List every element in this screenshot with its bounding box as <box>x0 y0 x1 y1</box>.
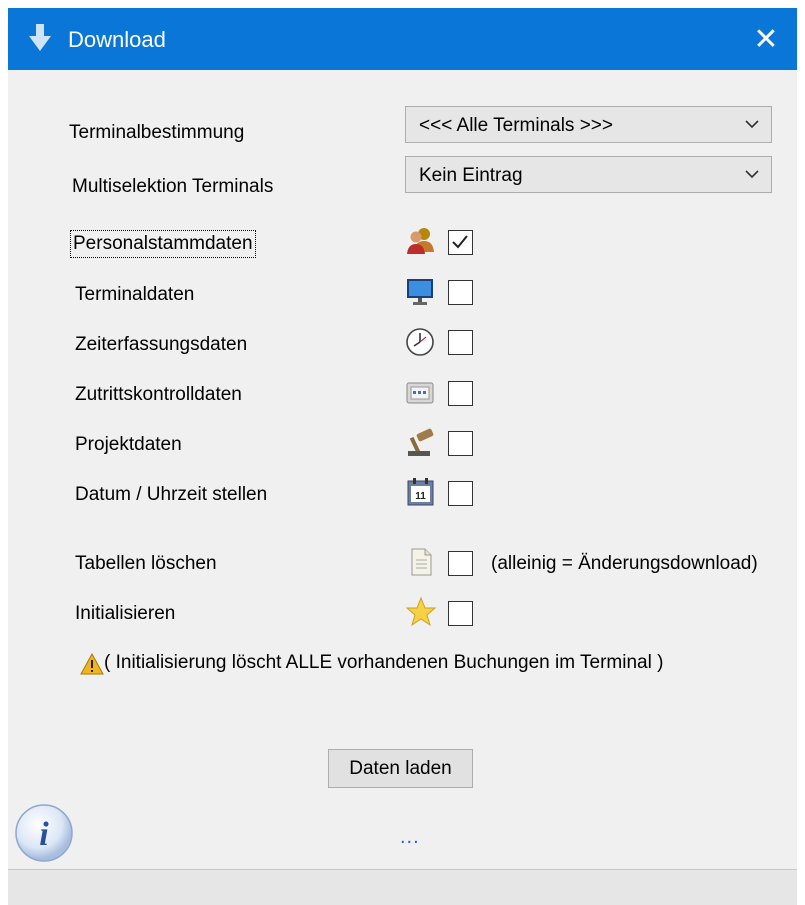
option-projektdaten-checkbox[interactable] <box>448 431 473 456</box>
title-bar: Download ✕ <box>8 8 797 70</box>
download-arrow-icon <box>29 24 51 51</box>
option-tabellen-loeschen-label: Tabellen löschen <box>75 553 217 574</box>
option-datum-uhrzeit-checkbox[interactable] <box>448 481 473 506</box>
option-initialisieren-checkbox[interactable] <box>448 601 473 626</box>
option-zutrittskontrolldaten-label: Zutrittskontrolldaten <box>75 384 242 405</box>
multiselect-value: Kein Eintrag <box>419 165 523 186</box>
option-initialisieren-label: Initialisieren <box>75 603 176 624</box>
document-icon <box>411 548 432 576</box>
calendar-day: 11 <box>415 491 426 502</box>
option-zeiterfassungsdaten-label: Zeiterfassungsdaten <box>75 334 248 355</box>
option-projektdaten-label: Projektdaten <box>75 434 182 455</box>
users-icon <box>407 228 434 254</box>
status-dots: ... <box>400 826 420 848</box>
option-personalstammdaten-checkbox[interactable] <box>448 230 473 255</box>
warning-icon <box>80 653 104 675</box>
gavel-icon <box>408 428 434 456</box>
calendar-icon: 11 <box>407 478 434 506</box>
monitor-icon <box>407 279 433 305</box>
window-title: Download <box>68 27 166 52</box>
multiselect-label: Multiselektion Terminals <box>72 176 274 197</box>
tabellen-loeschen-note: (alleinig = Änderungsdownload) <box>491 553 758 574</box>
terminal-select[interactable]: <<< Alle Terminals >>> <box>405 106 772 143</box>
star-icon <box>405 596 437 627</box>
close-button[interactable]: ✕ <box>735 8 797 70</box>
multiselect-terminals-select[interactable]: Kein Eintrag <box>405 156 772 193</box>
daten-laden-button[interactable]: Daten laden <box>328 749 473 788</box>
status-bar <box>8 869 797 905</box>
option-datum-uhrzeit-label: Datum / Uhrzeit stellen <box>75 484 268 505</box>
download-dialog: Download ✕ Terminalbestimmung <<< Alle T… <box>8 8 797 905</box>
chevron-down-icon <box>745 120 759 129</box>
info-icon[interactable]: i <box>12 801 76 865</box>
chevron-down-icon <box>745 170 759 179</box>
terminal-select-value: <<< Alle Terminals >>> <box>419 115 613 136</box>
info-glyph: i <box>39 816 49 853</box>
option-zutrittskontrolldaten-checkbox[interactable] <box>448 381 473 406</box>
terminal-select-label: Terminalbestimmung <box>69 122 245 143</box>
keypad-icon <box>406 382 434 404</box>
warning-text: ( Initialisierung löscht ALLE vorhandene… <box>104 652 664 673</box>
checkmark-icon <box>452 235 468 249</box>
option-personalstammdaten-label: Personalstammdaten <box>70 230 256 258</box>
option-zeiterfassungsdaten-checkbox[interactable] <box>448 330 473 355</box>
option-tabellen-loeschen-checkbox[interactable] <box>448 551 473 576</box>
option-terminaldaten-label: Terminaldaten <box>75 284 195 305</box>
option-terminaldaten-checkbox[interactable] <box>448 280 473 305</box>
clock-icon <box>406 328 434 356</box>
